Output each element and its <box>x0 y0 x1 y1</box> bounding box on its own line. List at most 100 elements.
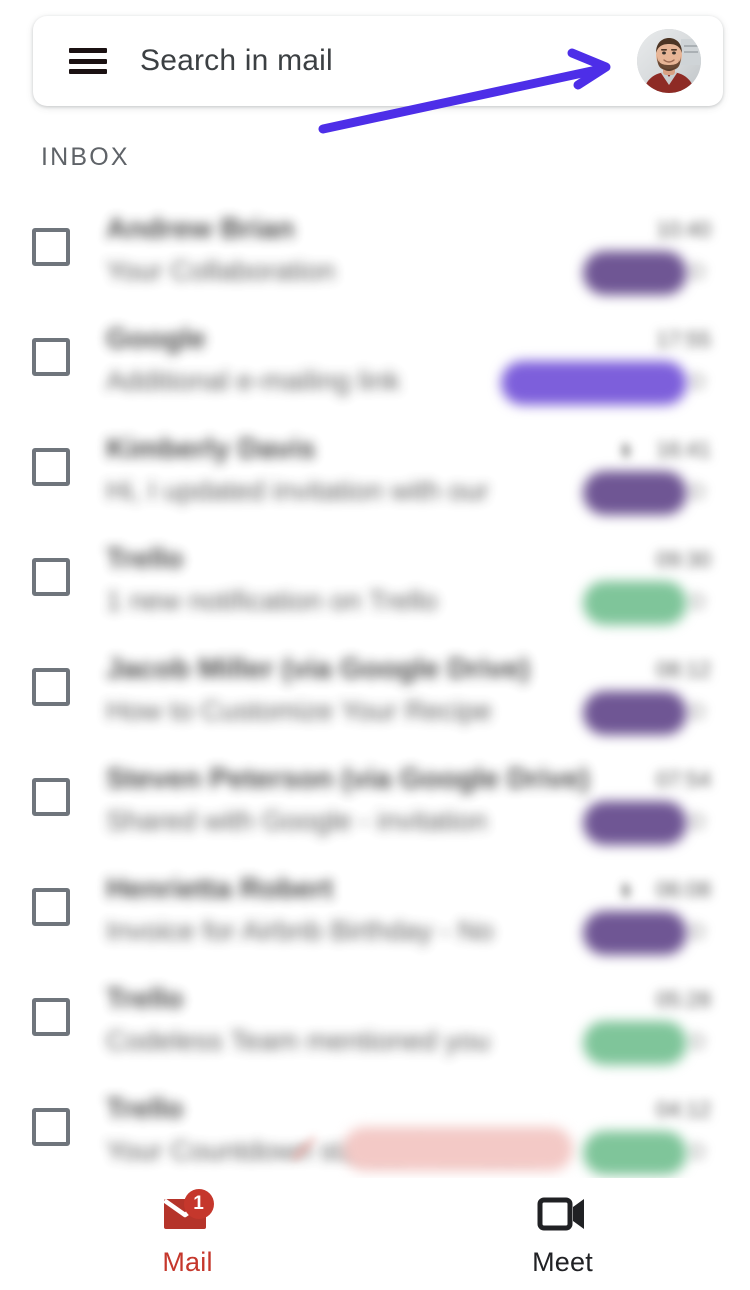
mail-row-body[interactable]: Kimberly Davis Hi, I updated invitation w… <box>106 423 723 515</box>
mail-row-subject: Your Collaboration <box>106 255 336 286</box>
mail-unread-badge: 1 <box>183 1188 214 1219</box>
page-title: INBOX <box>41 143 130 171</box>
mail-row-sender: Jacob Miller (via Google Drive) <box>106 653 530 685</box>
mail-row-label-text <box>583 1021 687 1065</box>
mail-row-checkbox[interactable] <box>32 558 70 596</box>
mail-row-body[interactable]: Trello Your Countdown started 7 Minutes 04… <box>106 1083 723 1175</box>
mail-row-label-text <box>583 1131 687 1175</box>
star-icon[interactable] <box>685 1029 709 1053</box>
mail-row-sender: Steven Peterson (via Google Drive) <box>106 763 590 795</box>
hamburger-bar <box>69 69 107 74</box>
mail-row-label-pill[interactable] <box>501 361 687 405</box>
mail-row-sender: Kimberly Davis <box>106 433 316 465</box>
mail-row-date: 04:12 <box>655 1097 711 1122</box>
mail-row-body[interactable]: Jacob Miller (via Google Drive) How to Cu… <box>106 643 723 735</box>
mail-row-checkbox[interactable] <box>32 668 70 706</box>
video-camera-icon <box>535 1191 591 1237</box>
mail-row-subject: Codeless Team mentioned you <box>106 1025 490 1056</box>
star-icon[interactable] <box>685 259 709 283</box>
nav-label-meet: Meet <box>532 1246 593 1277</box>
mail-row-body[interactable]: Trello 1 new notification on Trello 09:30 <box>106 533 723 625</box>
mail-row-checkbox[interactable] <box>32 778 70 816</box>
hamburger-bar <box>69 48 107 53</box>
mail-row-date: 06:08 <box>655 877 711 902</box>
mail-row-label-text <box>583 581 687 625</box>
mail-row-date: 17:55 <box>655 327 711 352</box>
mail-row-label-text <box>583 251 687 295</box>
mail-row-secondary-pill[interactable] <box>343 1127 573 1171</box>
mail-row[interactable]: Trello Codeless Team mentioned you 05:28 <box>0 962 723 1072</box>
star-icon[interactable] <box>685 699 709 723</box>
mail-row[interactable]: Jacob Miller (via Google Drive) How to Cu… <box>0 632 723 742</box>
mail-row-body[interactable]: Google Additional e-mailing link 17:55 <box>106 313 723 405</box>
mail-row-subject: Invoice for Airbnb Birthday - No <box>106 915 494 946</box>
mail-row-date: 09:30 <box>655 547 711 572</box>
mail-row-label-pill[interactable] <box>583 911 687 955</box>
mail-row-label-text <box>583 801 687 845</box>
mail-row-subject: 1 new notification on Trello <box>106 585 438 616</box>
mail-row[interactable]: Henrietta Robert Invoice for Airbnb Birth… <box>0 852 723 962</box>
mail-row-date: 08:12 <box>655 657 711 682</box>
mail-row-sender: Trello <box>106 1093 184 1125</box>
mail-row[interactable]: Google Additional e-mailing link 17:55 <box>0 302 723 412</box>
mail-row-subject: How to Customize Your Recipe <box>106 695 492 726</box>
search-bar-card[interactable]: Search in mail <box>33 16 723 106</box>
mail-row-label-pill[interactable] <box>583 581 687 625</box>
mail-row-label-text <box>583 911 687 955</box>
mail-row-checkbox[interactable] <box>32 1108 70 1146</box>
mail-row-body[interactable]: Trello Codeless Team mentioned you 05:28 <box>106 973 723 1065</box>
mail-row-subject: Hi, I updated invitation with our <box>106 475 489 506</box>
mail-row-sender: Trello <box>106 543 184 575</box>
bottom-navigation-bar: 1 Mail Meet <box>0 1178 750 1290</box>
mail-row-label-pill[interactable] <box>583 471 687 515</box>
hamburger-menu-icon[interactable] <box>69 48 107 74</box>
mail-row-label-text <box>501 361 687 405</box>
mail-row-date: 07:54 <box>655 767 711 792</box>
mail-row-sender: Trello <box>106 983 184 1015</box>
hamburger-bar <box>69 58 107 64</box>
mail-row-subject: Additional e-mailing link <box>106 365 401 396</box>
mail-row-checkbox[interactable] <box>32 998 70 1036</box>
mail-row-body[interactable]: Henrietta Robert Invoice for Airbnb Birth… <box>106 863 723 955</box>
mail-row-body[interactable]: Steven Peterson (via Google Drive) Shared… <box>106 753 723 845</box>
mail-row-body[interactable]: Andrew Brian Your Collaboration 10:40 <box>106 203 723 295</box>
nav-label-mail: Mail <box>162 1246 213 1277</box>
mail-envelope-icon: 1 <box>160 1188 216 1237</box>
pencil-edit-icon <box>287 1131 321 1165</box>
mail-row-sender: Henrietta Robert <box>106 873 334 905</box>
nav-item-meet[interactable]: Meet <box>375 1178 750 1290</box>
mail-row[interactable]: Andrew Brian Your Collaboration 10:40 <box>0 192 723 302</box>
attachment-icon <box>617 881 635 901</box>
mail-row-checkbox[interactable] <box>32 888 70 926</box>
mail-row[interactable]: Steven Peterson (via Google Drive) Shared… <box>0 742 723 852</box>
mail-row-label-pill[interactable] <box>583 1131 687 1175</box>
mail-row-label-pill[interactable] <box>583 691 687 735</box>
mail-row[interactable]: Kimberly Davis Hi, I updated invitation w… <box>0 412 723 522</box>
mail-row-date: 05:28 <box>655 987 711 1012</box>
mail-list[interactable]: Andrew Brian Your Collaboration 10:40 Googl… <box>0 192 750 1178</box>
mail-row[interactable]: Trello 1 new notification on Trello 09:30 <box>0 522 723 632</box>
search-input[interactable]: Search in mail <box>140 44 637 78</box>
mail-row-sender: Google <box>106 323 206 355</box>
star-icon[interactable] <box>685 589 709 613</box>
star-icon[interactable] <box>685 369 709 393</box>
nav-item-mail[interactable]: 1 Mail <box>0 1178 375 1290</box>
star-icon[interactable] <box>685 479 709 503</box>
mail-row-checkbox[interactable] <box>32 448 70 486</box>
mail-row-label-pill[interactable] <box>583 801 687 845</box>
mail-row-sender: Andrew Brian <box>106 213 295 245</box>
mail-row-checkbox[interactable] <box>32 228 70 266</box>
avatar[interactable] <box>637 29 701 93</box>
star-icon[interactable] <box>685 919 709 943</box>
mail-row[interactable]: Trello Your Countdown started 7 Minutes 04… <box>0 1072 723 1178</box>
attachment-icon <box>617 441 635 461</box>
mail-row-label-pill[interactable] <box>583 251 687 295</box>
mail-row-label-pill[interactable] <box>583 1021 687 1065</box>
star-icon[interactable] <box>685 809 709 833</box>
mail-row-checkbox[interactable] <box>32 338 70 376</box>
star-icon[interactable] <box>685 1139 709 1163</box>
mail-row-label-text <box>583 691 687 735</box>
mail-row-label-text <box>583 471 687 515</box>
mail-row-subject: Shared with Google - invitation <box>106 805 488 836</box>
mail-row-date: 16:41 <box>655 437 711 462</box>
